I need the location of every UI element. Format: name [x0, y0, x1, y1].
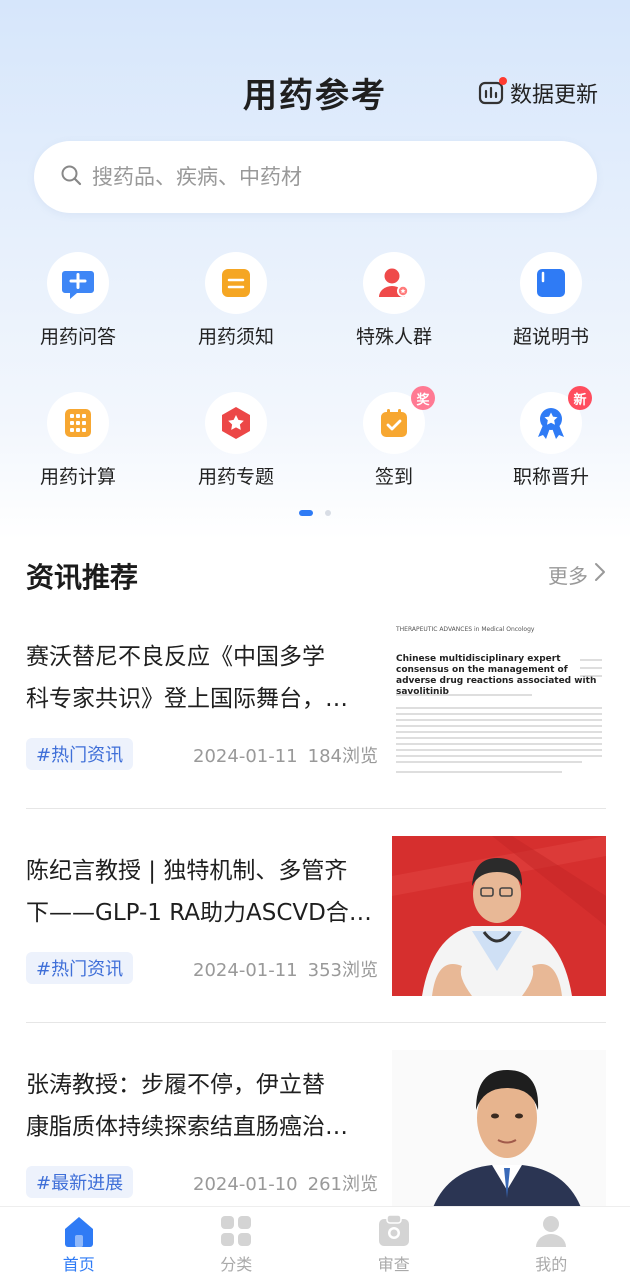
page-dot — [325, 510, 331, 516]
news-item[interactable]: 张涛教授：步履不停，伊立替 康脂质体持续探索结直肠癌治… #最新进展 2024-… — [26, 1050, 606, 1230]
data-update-label: 数据更新 — [509, 83, 598, 108]
headline-line: 陈纪言教授 | 独特机制、多管齐 — [26, 858, 348, 884]
doctor-portrait — [392, 836, 606, 996]
tab-label: 审查 — [377, 1255, 410, 1274]
reward-badge: 奖 — [411, 386, 435, 410]
news-date: 2024-01-11 — [193, 960, 298, 981]
shortcut-medication-qa[interactable]: 用药问答 — [3, 252, 153, 349]
search-input[interactable] — [92, 165, 562, 189]
more-label: 更多 — [548, 564, 588, 588]
shortcut-label: 签到 — [374, 466, 413, 488]
bottom-tab-bar: 首页 分类 审查 我的 — [0, 1206, 630, 1280]
tab-profile[interactable]: 我的 — [473, 1207, 630, 1280]
shortcut-label: 用药须知 — [197, 326, 274, 348]
news-headline: 陈纪言教授 | 独特机制、多管齐 下——GLP-1 RA助力ASCVD合… — [26, 850, 381, 934]
headline-line: 张涛教授：步履不停，伊立替 — [26, 1072, 325, 1098]
chart-icon — [478, 77, 507, 106]
grid-icon — [218, 1213, 254, 1249]
shortcut-medication-notice[interactable]: 用药须知 — [161, 252, 311, 349]
book-icon — [520, 252, 582, 314]
news-item[interactable]: 陈纪言教授 | 独特机制、多管齐 下——GLP-1 RA助力ASCVD合… #热… — [26, 836, 606, 1016]
news-tag[interactable]: #最新进展 — [26, 1166, 134, 1198]
new-badge: 新 — [568, 386, 592, 410]
chevron-right-icon — [594, 562, 606, 587]
notification-dot — [498, 77, 507, 85]
tab-label: 我的 — [535, 1255, 568, 1274]
news-views: 261浏览 — [307, 1174, 378, 1195]
award-ribbon-icon: 新 — [520, 386, 592, 454]
news-tag[interactable]: #热门资讯 — [26, 952, 134, 984]
shortcut-label: 特殊人群 — [355, 326, 432, 348]
tab-category[interactable]: 分类 — [158, 1207, 316, 1280]
shortcut-label: 职称晋升 — [512, 466, 589, 488]
more-button[interactable]: 更多 — [548, 560, 606, 589]
calculator-icon — [47, 392, 109, 454]
data-update-button[interactable]: 数据更新 — [478, 76, 598, 110]
professor-portrait — [392, 1050, 606, 1206]
shortcut-title-promotion[interactable]: 新 职称晋升 — [476, 386, 626, 489]
checkin-icon: 奖 — [363, 386, 435, 454]
news-headline: 赛沃替尼不良反应《中国多学 科专家共识》登上国际舞台，… — [26, 636, 381, 720]
news-thumbnail: THERAPEUTIC ADVANCES in Medical Oncology… — [392, 622, 606, 782]
section-title: 资讯推荐 — [26, 561, 139, 594]
shortcut-label: 用药专题 — [197, 466, 274, 488]
news-section-header: 资讯推荐 更多 — [26, 548, 606, 596]
news-meta: 2024-01-10 261浏览 — [193, 1170, 378, 1196]
review-icon — [376, 1213, 412, 1249]
headline-line: 赛沃替尼不良反应《中国多学 — [26, 644, 325, 670]
divider — [26, 808, 606, 809]
headline-line: 下——GLP-1 RA助力ASCVD合… — [26, 900, 372, 926]
news-date: 2024-01-11 — [193, 746, 298, 767]
page-dot-active — [299, 510, 313, 516]
news-thumbnail — [392, 1050, 606, 1206]
notice-card-icon — [205, 252, 267, 314]
tab-home[interactable]: 首页 — [0, 1207, 158, 1280]
shortcut-label: 用药计算 — [39, 466, 116, 488]
news-headline: 张涛教授：步履不停，伊立替 康脂质体持续探索结直肠癌治… — [26, 1064, 381, 1148]
news-views: 184浏览 — [307, 746, 378, 767]
user-icon — [533, 1213, 569, 1249]
tab-label: 首页 — [62, 1255, 95, 1274]
page-indicator — [0, 510, 630, 516]
topic-badge-icon — [205, 392, 267, 454]
search-icon — [60, 164, 82, 190]
shortcut-medication-topics[interactable]: 用药专题 — [161, 392, 311, 489]
tab-review[interactable]: 审查 — [315, 1207, 473, 1280]
divider — [26, 1022, 606, 1023]
news-thumbnail — [392, 836, 606, 996]
shortcut-label: 超说明书 — [512, 326, 589, 348]
shortcut-special-population[interactable]: 特殊人群 — [319, 252, 469, 349]
headline-line: 科专家共识》登上国际舞台，… — [26, 686, 348, 712]
news-date: 2024-01-10 — [193, 1174, 298, 1195]
news-meta: 2024-01-11 353浏览 — [193, 956, 378, 982]
news-item[interactable]: 赛沃替尼不良反应《中国多学 科专家共识》登上国际舞台，… #热门资讯 2024-… — [26, 622, 606, 802]
shortcut-dose-calculator[interactable]: 用药计算 — [3, 392, 153, 489]
app-header: 用药参考 数据更新 — [0, 60, 630, 124]
special-person-icon — [363, 252, 425, 314]
home-icon — [61, 1213, 97, 1249]
shortcut-checkin[interactable]: 奖 签到 — [319, 386, 469, 489]
headline-line: 康脂质体持续探索结直肠癌治… — [26, 1114, 348, 1140]
shortcut-label: 用药问答 — [39, 326, 116, 348]
search-bar[interactable] — [34, 141, 597, 213]
qa-chat-icon — [47, 252, 109, 314]
shortcut-off-label[interactable]: 超说明书 — [476, 252, 626, 349]
tab-label: 分类 — [220, 1255, 253, 1274]
news-meta: 2024-01-11 184浏览 — [193, 742, 378, 768]
news-views: 353浏览 — [307, 960, 378, 981]
news-tag[interactable]: #热门资讯 — [26, 738, 134, 770]
